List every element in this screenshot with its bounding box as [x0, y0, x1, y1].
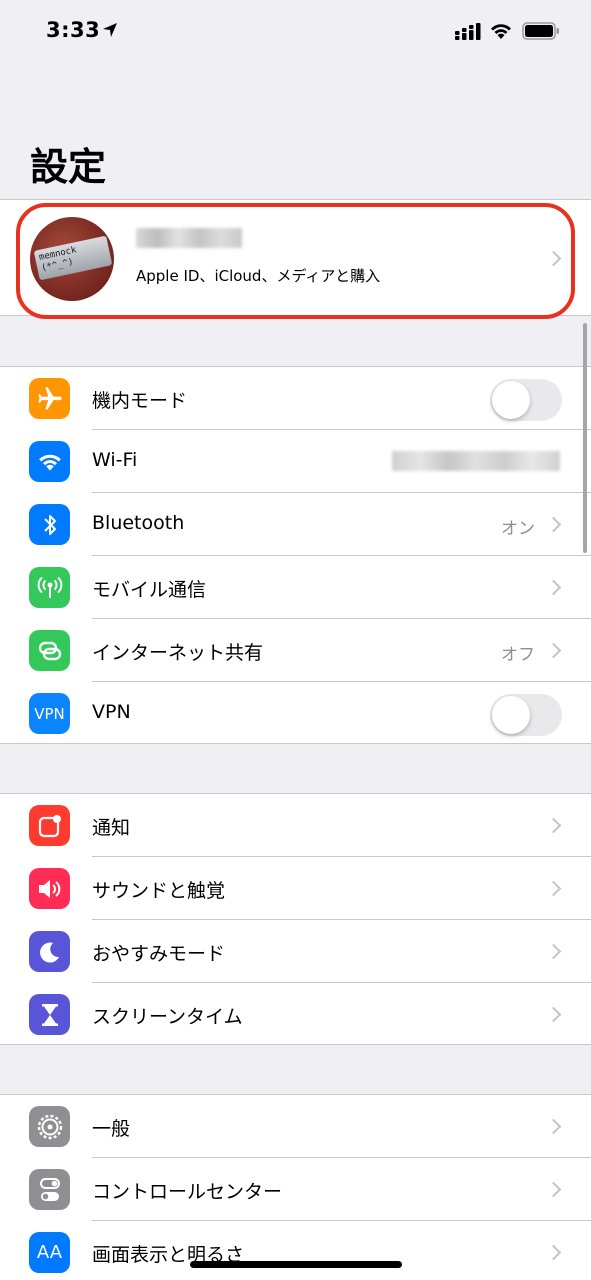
- chevron-right-icon: [545, 1006, 562, 1023]
- battery-icon: [522, 22, 559, 40]
- chevron-right-icon: [545, 943, 562, 960]
- switches-icon: [29, 1169, 70, 1210]
- bluetooth-icon: [29, 504, 70, 545]
- connectivity-group: 機内モード Wi-Fi Bluetooth オン モバイル通信 インターネット共…: [0, 366, 591, 744]
- scrollbar[interactable]: [583, 323, 587, 553]
- row-label: インターネット共有: [92, 642, 264, 664]
- text-size-icon-text: AA: [36, 1242, 63, 1263]
- cellular-antenna-icon: [29, 567, 70, 608]
- vpn-toggle[interactable]: [490, 694, 562, 736]
- settings-row-do-not-disturb[interactable]: おやすみモード: [0, 920, 591, 983]
- wifi-icon: [491, 24, 511, 39]
- settings-row-airplane-mode[interactable]: 機内モード: [0, 367, 591, 430]
- chevron-right-icon: [545, 817, 562, 834]
- chevron-right-icon: [545, 1118, 562, 1135]
- home-indicator[interactable]: [190, 1261, 402, 1268]
- moon-icon: [29, 931, 70, 972]
- settings-row-sounds[interactable]: サウンドと触覚: [0, 857, 591, 920]
- hotspot-icon: [29, 630, 70, 671]
- settings-row-vpn[interactable]: VPN VPN: [0, 682, 591, 745]
- chevron-right-icon: [545, 516, 562, 533]
- vpn-icon-text: VPN: [34, 704, 65, 723]
- airplane-icon: [29, 378, 70, 419]
- hourglass-icon: [29, 994, 70, 1035]
- settings-row-control-center[interactable]: コントロールセンター: [0, 1158, 591, 1221]
- text-size-icon: AA: [29, 1232, 70, 1273]
- toggle-knob: [492, 381, 530, 419]
- gear-icon: [29, 1106, 70, 1147]
- speaker-icon: [29, 868, 70, 909]
- wifi-icon: [29, 441, 70, 482]
- airplane-mode-toggle[interactable]: [490, 379, 562, 421]
- row-label: VPN: [92, 701, 131, 723]
- settings-row-general[interactable]: 一般: [0, 1095, 591, 1158]
- toggle-knob: [492, 696, 530, 734]
- row-value: オン: [501, 519, 535, 539]
- row-label: サウンドと触覚: [92, 880, 226, 902]
- settings-row-bluetooth[interactable]: Bluetooth オン: [0, 493, 591, 556]
- settings-row-screen-time[interactable]: スクリーンタイム: [0, 983, 591, 1046]
- row-label: 一般: [92, 1118, 131, 1140]
- row-label: Bluetooth: [92, 512, 185, 534]
- notifications-icon: [29, 805, 70, 846]
- wifi-network-redacted: [392, 451, 560, 471]
- location-arrow-icon: [103, 23, 117, 37]
- profile-highlight-outline: [16, 203, 575, 319]
- status-time: 3:33: [46, 18, 101, 42]
- general-group: 一般 コントロールセンター AA 画面表示と明るさ: [0, 1094, 591, 1280]
- chevron-right-icon: [545, 579, 562, 596]
- row-label: 機内モード: [92, 390, 188, 412]
- chevron-right-icon: [545, 642, 562, 659]
- row-label: コントロールセンター: [92, 1181, 283, 1203]
- row-label: モバイル通信: [92, 579, 207, 601]
- row-label: おやすみモード: [92, 943, 226, 965]
- settings-row-display-brightness[interactable]: AA 画面表示と明るさ: [0, 1221, 591, 1280]
- profile-name-redacted: [136, 228, 242, 248]
- row-value: オフ: [501, 645, 535, 665]
- chevron-right-icon: [545, 880, 562, 897]
- row-label: Wi-Fi: [92, 449, 138, 471]
- settings-row-cellular[interactable]: モバイル通信: [0, 556, 591, 619]
- settings-row-notifications[interactable]: 通知: [0, 794, 591, 857]
- settings-row-personal-hotspot[interactable]: インターネット共有 オフ: [0, 619, 591, 682]
- row-label: スクリーンタイム: [92, 1006, 243, 1028]
- status-bar: 3:33: [0, 0, 591, 66]
- vpn-icon: VPN: [29, 693, 70, 734]
- chevron-right-icon: [545, 1244, 562, 1261]
- notifications-group: 通知 サウンドと触覚 おやすみモード スクリーンタイム: [0, 793, 591, 1045]
- profile-subtitle: Apple ID、iCloud、メディアと購入: [136, 267, 381, 285]
- cellular-signal-icon: [455, 23, 481, 40]
- page-title: 設定: [30, 145, 107, 189]
- chevron-right-icon: [545, 1181, 562, 1198]
- row-label: 通知: [92, 817, 131, 839]
